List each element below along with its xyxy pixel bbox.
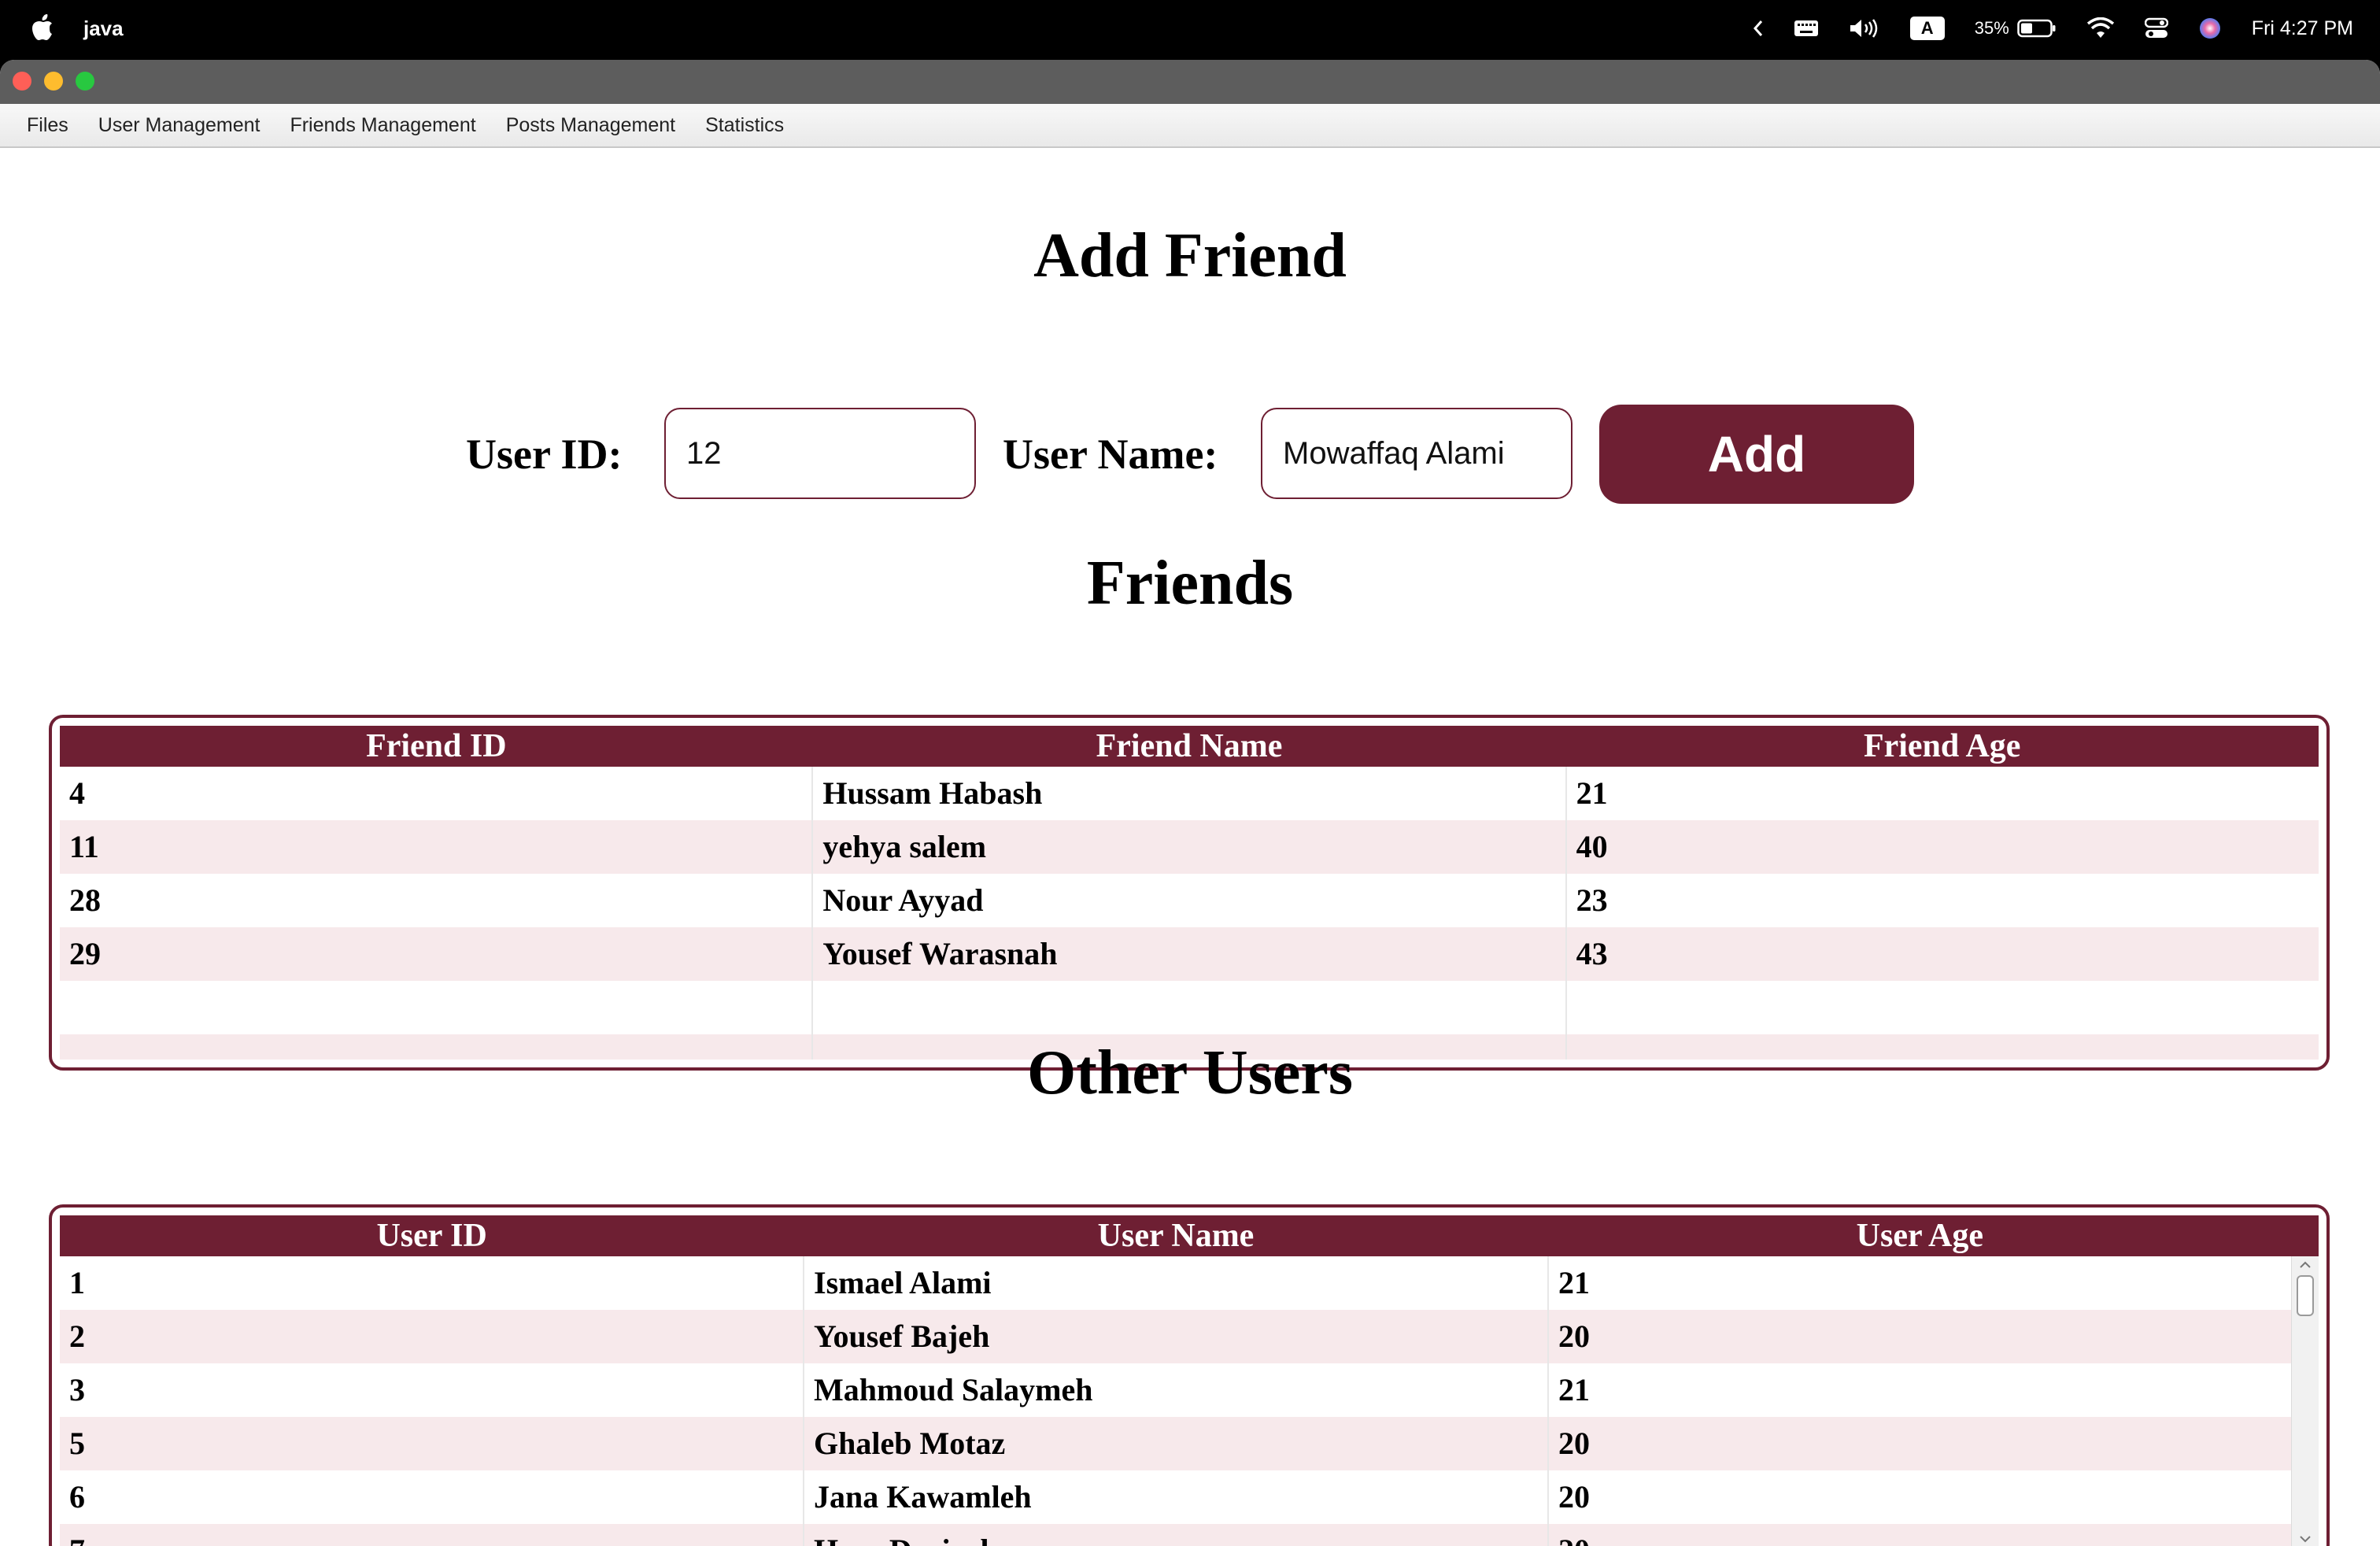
cell-friend-id: 4 — [60, 767, 814, 820]
table-row[interactable]: 1 Ismael Alami 21 — [60, 1256, 2292, 1310]
other-users-table[interactable]: User ID User Name User Age 1 Ismael Alam… — [49, 1204, 2330, 1546]
cell-user-age: 20 — [1558, 1479, 1590, 1515]
add-friend-title: Add Friend — [1033, 221, 1347, 290]
menu-friends-management[interactable]: Friends Management — [275, 104, 490, 146]
cell-user-id: 1 — [60, 1256, 804, 1310]
user-name-input[interactable] — [1261, 408, 1572, 499]
cell-friend-age: 23 — [1576, 882, 1608, 918]
cell-user-age: 20 — [1549, 1524, 2292, 1546]
cell-user-name: Jana Kawamleh — [804, 1470, 1549, 1524]
active-app-name[interactable]: java — [83, 17, 124, 41]
scrollbar-thumb[interactable] — [2297, 1275, 2314, 1316]
menu-files[interactable]: Files — [0, 104, 83, 146]
cell-user-id: 2 — [60, 1310, 804, 1363]
window-titlebar[interactable] — [0, 60, 2380, 105]
table-row[interactable]: 11 yehya salem 40 — [60, 820, 2319, 874]
cell-friend-name: yehya salem — [813, 820, 1567, 874]
system-menubar: java A 35% Fri 4:27 PM — [0, 0, 2380, 57]
cell-friend-id: 28 — [60, 874, 814, 927]
menu-posts-management[interactable]: Posts Management — [491, 104, 690, 146]
cell-user-id: 3 — [60, 1363, 804, 1417]
battery-icon — [2017, 19, 2056, 38]
other-users-title: Other Users — [1027, 1038, 1353, 1108]
table-row[interactable]: 6 Jana Kawamleh 20 — [60, 1470, 2292, 1524]
scroll-down-arrow-icon[interactable] — [2292, 1530, 2319, 1546]
column-header-user-name[interactable]: User Name — [804, 1215, 1547, 1256]
cell-user-age: 21 — [1558, 1265, 1590, 1300]
table-row[interactable]: 29 Yousef Warasnah 43 — [60, 927, 2319, 981]
other-users-table-body: 1 Ismael Alami 21 2 Yousef Bajeh 20 3 Ma… — [60, 1256, 2292, 1546]
column-header-friend-name[interactable]: Friend Name — [813, 726, 1566, 767]
column-header-friend-age[interactable]: Friend Age — [1565, 726, 2319, 767]
cell-user-name: Ghaleb Motaz — [804, 1417, 1549, 1470]
friends-title: Friends — [1086, 549, 1294, 618]
other-users-table-header: User ID User Name User Age — [60, 1215, 2319, 1256]
other-users-table-inner: User ID User Name User Age 1 Ismael Alam… — [60, 1215, 2319, 1546]
user-id-label: User ID: — [466, 431, 623, 478]
cell-user-age: 21 — [1558, 1372, 1590, 1407]
other-users-scrollbar[interactable] — [2291, 1256, 2319, 1546]
table-row[interactable]: 28 Nour Ayyad 23 — [60, 874, 2319, 927]
cell-user-id: 5 — [60, 1417, 804, 1470]
cell-friend-age — [1567, 981, 2319, 1034]
cell-friend-name: Yousef Warasnah — [813, 927, 1567, 981]
cell-user-id: 7 — [60, 1524, 804, 1546]
apple-logo-icon[interactable] — [31, 13, 54, 41]
column-header-user-id[interactable]: User ID — [60, 1215, 804, 1256]
window-close-button[interactable] — [13, 72, 31, 91]
chevron-left-icon[interactable] — [1753, 0, 1764, 57]
cell-user-name: Yousef Bajeh — [804, 1310, 1549, 1363]
cell-friend-name — [813, 981, 1567, 1034]
cell-friend-name: Hussam Habash — [813, 767, 1567, 820]
add-friend-button[interactable]: Add — [1599, 405, 1914, 504]
menubar-clock[interactable]: Fri 4:27 PM — [2252, 0, 2353, 57]
cell-user-age: 20 — [1558, 1319, 1590, 1354]
friends-table-body: 4 Hussam Habash 21 11 yehya salem 40 28 … — [60, 767, 2319, 1060]
friends-table-inner: Friend ID Friend Name Friend Age 4 Hussa… — [60, 726, 2319, 1060]
table-row-empty — [60, 981, 2319, 1034]
app-menubar: Files User Management Friends Management… — [0, 104, 2380, 148]
status-area: A 35% Fri 4:27 PM — [1723, 0, 2353, 57]
input-source-badge[interactable]: A — [1909, 0, 1945, 57]
cell-friend-id — [60, 981, 814, 1034]
cell-friend-id: 29 — [60, 927, 814, 981]
battery-indicator[interactable]: 35% — [1975, 0, 2057, 57]
table-row[interactable]: 5 Ghaleb Motaz 20 — [60, 1417, 2292, 1470]
friends-table-header: Friend ID Friend Name Friend Age — [60, 726, 2319, 767]
window-maximize-button[interactable] — [76, 72, 94, 91]
window-minimize-button[interactable] — [44, 72, 63, 91]
main-content: Add Friend User ID: User Name: Add Frien… — [0, 148, 2380, 1546]
cell-user-age: 20 — [1558, 1426, 1590, 1461]
menu-statistics[interactable]: Statistics — [690, 104, 799, 146]
cell-user-name: Mahmoud Salaymeh — [804, 1363, 1549, 1417]
cell-friend-age: 21 — [1576, 775, 1608, 811]
user-name-label: User Name: — [1003, 431, 1218, 478]
table-row[interactable]: 7 Haer Dariyeh 20 — [60, 1524, 2292, 1546]
cell-user-name: Ismael Alami — [804, 1256, 1549, 1310]
user-id-input[interactable] — [664, 408, 976, 499]
keyboard-icon[interactable] — [1794, 0, 1819, 57]
menu-user-management[interactable]: User Management — [83, 104, 275, 146]
column-header-friend-id[interactable]: Friend ID — [60, 726, 813, 767]
control-center-icon[interactable] — [2144, 0, 2168, 57]
wifi-icon[interactable] — [2086, 0, 2115, 57]
scroll-up-arrow-icon[interactable] — [2292, 1256, 2319, 1274]
app-window: Files User Management Friends Management… — [0, 60, 2380, 1546]
cell-friend-age: 43 — [1576, 936, 1608, 971]
table-row[interactable]: 4 Hussam Habash 21 — [60, 767, 2319, 820]
column-header-user-age[interactable]: User Age — [1548, 1215, 2292, 1256]
volume-icon[interactable] — [1849, 0, 1880, 57]
siri-icon[interactable] — [2198, 0, 2222, 57]
table-row[interactable]: 3 Mahmoud Salaymeh 21 — [60, 1363, 2292, 1417]
cell-friend-age: 40 — [1576, 829, 1608, 864]
cell-friend-id: 11 — [60, 820, 814, 874]
cell-user-name: Haer Dariyeh — [804, 1524, 1549, 1546]
cell-friend-name: Nour Ayyad — [813, 874, 1567, 927]
table-row[interactable]: 2 Yousef Bajeh 20 — [60, 1310, 2292, 1363]
cell-user-id: 6 — [60, 1470, 804, 1524]
friends-table[interactable]: Friend ID Friend Name Friend Age 4 Hussa… — [49, 715, 2330, 1071]
